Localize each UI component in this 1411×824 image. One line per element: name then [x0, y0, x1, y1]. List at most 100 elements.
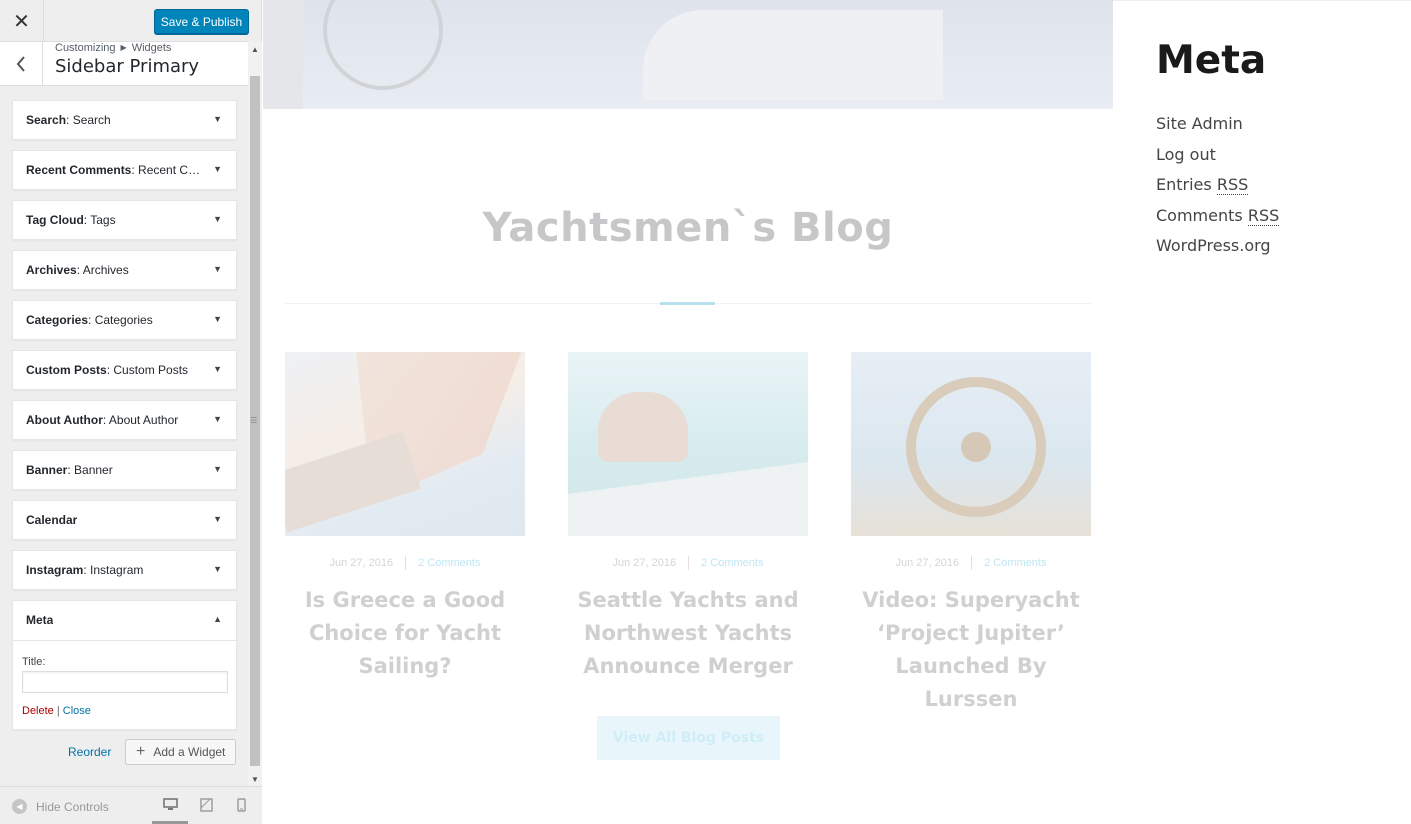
caret-down-icon[interactable]: ▼	[213, 214, 222, 224]
widget-search[interactable]: Search: Search ▼	[12, 100, 237, 140]
title-field-label: Title:	[22, 656, 46, 668]
widget-title: Tag Cloud: Tags	[26, 213, 116, 227]
widget-title: Categories: Categories	[26, 313, 153, 327]
hero-shape	[643, 10, 943, 100]
post-comments-link[interactable]: 2 Comments	[701, 557, 763, 569]
caret-down-icon[interactable]: ▼	[213, 164, 222, 174]
caret-down-icon[interactable]: ▼	[213, 564, 222, 574]
blog-post-card[interactable]: Jun 27, 2016 2 Comments Video: Superyacht…	[851, 352, 1091, 716]
caret-down-icon[interactable]: ▼	[213, 114, 222, 124]
back-button[interactable]	[0, 42, 43, 86]
caret-down-icon[interactable]: ▼	[213, 364, 222, 374]
entries-rss-link[interactable]: Entries RSS	[1156, 170, 1396, 201]
panel-scrollbar[interactable]: ▲ ☰ ▼	[248, 42, 262, 786]
top-border	[1113, 0, 1411, 1]
widget-actions: Delete | Close	[22, 705, 228, 717]
desktop-preview-icon[interactable]	[163, 798, 178, 812]
reorder-link[interactable]: Reorder	[68, 745, 111, 759]
post-comments-link[interactable]: 2 Comments	[418, 557, 480, 569]
hero-shape	[263, 0, 303, 109]
caret-down-icon[interactable]: ▼	[213, 264, 222, 274]
post-meta: Jun 27, 2016 2 Comments	[285, 556, 525, 570]
caret-down-icon[interactable]: ▼	[213, 514, 222, 524]
actions-separator: |	[56, 705, 60, 717]
hide-controls-label: Hide Controls	[36, 799, 109, 814]
caret-up-icon[interactable]: ▲	[213, 614, 222, 624]
caret-down-icon[interactable]: ▼	[213, 464, 222, 474]
hero-image	[263, 0, 1113, 109]
widget-banner[interactable]: Banner: Banner ▼	[12, 450, 237, 490]
section-divider-accent	[660, 302, 715, 305]
post-date: Jun 27, 2016	[329, 556, 394, 569]
delete-widget-link[interactable]: Delete	[22, 705, 54, 717]
tablet-preview-icon[interactable]	[200, 798, 214, 812]
post-title[interactable]: Is Greece a Good Choice for Yacht Sailin…	[285, 584, 525, 683]
close-widget-link[interactable]: Close	[63, 705, 91, 717]
view-all-posts-button[interactable]: View All Blog Posts	[597, 716, 780, 760]
comments-rss-link[interactable]: Comments RSS	[1156, 201, 1396, 232]
post-comments-link[interactable]: 2 Comments	[984, 557, 1046, 569]
meta-separator	[405, 556, 407, 570]
widget-calendar[interactable]: Calendar ▼	[12, 500, 237, 540]
widget-archives[interactable]: Archives: Archives ▼	[12, 250, 237, 290]
thumb-hub	[961, 432, 991, 462]
post-meta: Jun 27, 2016 2 Comments	[568, 556, 808, 570]
section-header: Customizing ▶ Widgets Sidebar Primary	[0, 42, 248, 86]
add-widget-button[interactable]: + Add a Widget	[125, 739, 236, 765]
blog-post-card[interactable]: Jun 27, 2016 2 Comments Seattle Yachts an…	[568, 352, 808, 683]
rss-abbr: RSS	[1216, 175, 1249, 195]
widget-title: Instagram: Instagram	[26, 563, 144, 577]
site-preview: Yachtsmen`s Blog Jun 27, 2016 2 Comments …	[263, 0, 1411, 824]
rss-abbr: RSS	[1247, 205, 1280, 226]
scroll-up-arrow-icon[interactable]: ▲	[248, 42, 262, 56]
breadcrumb-separator-icon: ▶	[120, 43, 127, 52]
widget-title: Custom Posts: Custom Posts	[26, 363, 189, 377]
wordpress-org-link[interactable]: WordPress.org	[1156, 231, 1396, 262]
widget-instagram[interactable]: Instagram: Instagram ▼	[12, 550, 237, 590]
post-title[interactable]: Video: Superyacht ‘Project Jupiter’ Laun…	[851, 584, 1091, 716]
log-out-link[interactable]: Log out	[1156, 140, 1396, 171]
title-input[interactable]	[22, 671, 228, 693]
post-thumbnail[interactable]	[285, 352, 525, 536]
widget-title: Search: Search	[26, 113, 111, 127]
blog-section-title: Yachtsmen`s Blog	[482, 205, 894, 251]
plus-icon: +	[136, 743, 146, 760]
widget-title: Calendar	[26, 513, 78, 527]
widget-title: Banner: Banner	[26, 463, 113, 477]
blog-post-card[interactable]: Jun 27, 2016 2 Comments Is Greece a Good …	[285, 352, 525, 683]
widget-recent-comments[interactable]: Recent Comments: Recent Co... ▼	[12, 150, 237, 190]
post-meta: Jun 27, 2016 2 Comments	[851, 556, 1091, 570]
thumb-hull	[285, 431, 421, 533]
thumb-deck	[568, 462, 808, 536]
widget-title: Meta	[26, 613, 54, 627]
post-title[interactable]: Seattle Yachts and Northwest Yachts Anno…	[568, 584, 808, 683]
widget-title: About Author: About Author	[26, 413, 179, 427]
mobile-preview-icon[interactable]	[237, 798, 251, 812]
widget-categories[interactable]: Categories: Categories ▼	[12, 300, 237, 340]
add-widget-label: Add a Widget	[153, 745, 226, 759]
comments-label: Comments	[1156, 205, 1243, 225]
post-date: Jun 27, 2016	[895, 556, 960, 569]
site-admin-link[interactable]: Site Admin	[1156, 109, 1396, 140]
breadcrumb: Customizing ▶ Widgets	[55, 42, 171, 54]
hide-controls-button[interactable]: ◀ Hide Controls	[12, 799, 109, 814]
breadcrumb-root: Customizing	[55, 42, 116, 54]
customizer-panel: ✕ Save & Publish Customizing ▶ Widgets Sid…	[0, 0, 262, 824]
thumb-people	[598, 392, 688, 462]
scroll-down-arrow-icon[interactable]: ▼	[248, 772, 262, 786]
post-thumbnail[interactable]	[851, 352, 1091, 536]
widget-about-author[interactable]: About Author: About Author ▼	[12, 400, 237, 440]
widget-meta-header[interactable]: Meta ▲	[13, 601, 236, 641]
meta-separator	[971, 556, 973, 570]
caret-down-icon[interactable]: ▼	[213, 414, 222, 424]
caret-down-icon[interactable]: ▼	[213, 314, 222, 324]
post-date: Jun 27, 2016	[612, 556, 677, 569]
close-customizer-button[interactable]: ✕	[0, 0, 44, 42]
widget-tag-cloud[interactable]: Tag Cloud: Tags ▼	[12, 200, 237, 240]
widget-list: Search: Search ▼ Recent Comments: Recent…	[12, 100, 237, 740]
meta-widget: Meta Site Admin Log out Entries RSS Comm…	[1156, 38, 1396, 262]
widget-title: Archives: Archives	[26, 263, 129, 277]
post-thumbnail[interactable]	[568, 352, 808, 536]
widget-custom-posts[interactable]: Custom Posts: Custom Posts ▼	[12, 350, 237, 390]
save-publish-button[interactable]: Save & Publish	[154, 9, 249, 34]
